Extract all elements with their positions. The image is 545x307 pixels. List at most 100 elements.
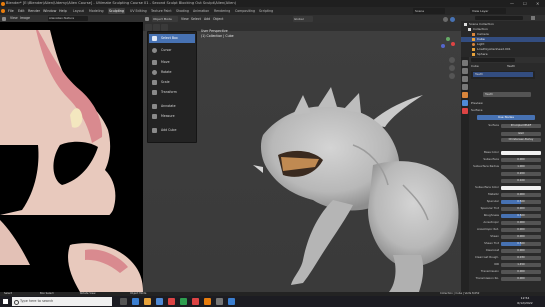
tool-tab-icon[interactable] xyxy=(462,60,468,66)
maximize-button[interactable]: ☐ xyxy=(523,0,527,7)
menu-edit[interactable]: Edit xyxy=(18,7,25,15)
scene-selector[interactable]: Scene xyxy=(413,8,445,14)
value-slider[interactable]: 0.000 xyxy=(501,269,541,274)
shading-material-icon[interactable] xyxy=(450,16,455,22)
render-tab-icon[interactable] xyxy=(462,68,468,74)
material-tab-icon[interactable] xyxy=(462,108,468,114)
select-mode-icon[interactable] xyxy=(145,23,152,31)
distribution-selector[interactable]: GGX xyxy=(501,131,541,136)
image-menu-view[interactable]: View xyxy=(10,15,18,22)
modifier-tab-icon[interactable] xyxy=(462,100,468,106)
tool-rotate[interactable]: Rotate xyxy=(149,68,195,77)
value-slider[interactable]: 0.000 xyxy=(501,227,541,232)
value-slider[interactable]: 0.000 xyxy=(501,206,541,211)
gizmo-z-axis-icon[interactable] xyxy=(441,44,445,48)
menu-render[interactable]: Render xyxy=(28,7,40,15)
value-slider[interactable]: 0.000 xyxy=(501,192,541,197)
value-slider[interactable]: 0.000 xyxy=(501,248,541,253)
extend-mode-icon[interactable] xyxy=(153,23,160,31)
gizmo-y-axis-icon[interactable] xyxy=(446,37,450,41)
app-icon[interactable] xyxy=(180,298,187,305)
tool-scale[interactable]: Scale xyxy=(149,78,195,87)
tool-move[interactable]: Move xyxy=(149,58,195,67)
menu-window[interactable]: Window xyxy=(43,7,56,15)
subsurface-method-selector[interactable]: Christensen-Burley xyxy=(501,137,541,142)
tab-shading[interactable]: Shading xyxy=(175,8,190,14)
color-swatch[interactable] xyxy=(501,185,541,190)
task-view-icon[interactable] xyxy=(120,298,127,305)
tab-sculpting[interactable]: Sculpting xyxy=(108,8,125,14)
material-slot-list[interactable]: Teeth xyxy=(471,71,535,79)
value-slider[interactable]: 0.100 xyxy=(501,178,541,183)
3d-viewport[interactable]: Object Mode View Select Add Object Globa… xyxy=(143,15,461,292)
image-menu-image[interactable]: Image xyxy=(20,15,30,22)
tool-add-cube[interactable]: Add Cube xyxy=(149,126,195,135)
windows-start-icon[interactable] xyxy=(3,299,8,304)
shading-solid-icon[interactable] xyxy=(443,16,448,22)
transform-orientation-selector[interactable]: Global xyxy=(293,16,313,22)
taskbar-clock[interactable]: 12:54 6/12/2022 xyxy=(510,296,540,307)
blender-taskbar-icon[interactable] xyxy=(204,298,211,305)
scene-tab-icon[interactable] xyxy=(462,84,468,90)
store-icon[interactable] xyxy=(156,298,163,305)
output-tab-icon[interactable] xyxy=(462,76,468,82)
material-slot-name[interactable]: Teeth xyxy=(507,64,537,69)
tool-select-box[interactable]: Select Box xyxy=(149,34,195,43)
value-slider[interactable]: 0.030 xyxy=(501,255,541,260)
file-explorer-icon[interactable] xyxy=(144,298,151,305)
surface-panel-header[interactable]: Surface xyxy=(471,108,482,113)
value-slider[interactable]: 0.200 xyxy=(501,171,541,176)
app-icon[interactable] xyxy=(168,298,175,305)
tab-animation[interactable]: Animation xyxy=(192,8,210,14)
value-slider[interactable]: 1.450 xyxy=(501,262,541,267)
tab-uv-editing[interactable]: UV Editing xyxy=(129,8,148,14)
gizmo-x-axis-icon[interactable] xyxy=(451,42,455,46)
tool-transform[interactable]: Transform xyxy=(149,88,195,97)
pan-hand-icon[interactable] xyxy=(449,65,455,71)
tool-cursor[interactable]: Cursor xyxy=(149,46,195,55)
outliner-search-input[interactable] xyxy=(475,16,523,20)
properties-search-input[interactable] xyxy=(471,58,515,62)
viewport-menu-object[interactable]: Object xyxy=(213,15,223,23)
value-slider[interactable]: 0.000 xyxy=(501,234,541,239)
value-slider[interactable]: 0.000 xyxy=(501,276,541,281)
taskbar-search-box[interactable]: Type here to search xyxy=(12,297,112,306)
camera-view-icon[interactable] xyxy=(449,73,455,79)
value-slider[interactable]: 0.500 xyxy=(501,241,541,246)
menu-file[interactable]: File xyxy=(8,7,14,15)
object-name-field[interactable]: Cube xyxy=(471,64,499,69)
image-editor-type-icon[interactable] xyxy=(2,16,6,21)
app-icon[interactable] xyxy=(216,298,223,305)
filter-icon[interactable] xyxy=(531,16,535,20)
mode-selector[interactable]: Object Mode xyxy=(152,16,178,22)
value-slider[interactable]: 1.000 xyxy=(501,164,541,169)
preview-panel-header[interactable]: Preview xyxy=(471,101,483,106)
close-button[interactable]: ✕ xyxy=(536,0,539,7)
editor-type-icon[interactable] xyxy=(145,17,149,21)
app-icon[interactable] xyxy=(228,298,235,305)
menu-help[interactable]: Help xyxy=(59,7,67,15)
value-slider[interactable]: 0.000 xyxy=(501,220,541,225)
app-icon[interactable] xyxy=(192,298,199,305)
edge-browser-icon[interactable] xyxy=(132,298,139,305)
tab-scripting[interactable]: Scripting xyxy=(258,8,274,14)
object-tab-icon[interactable] xyxy=(462,92,468,98)
viewport-menu-select[interactable]: Select xyxy=(191,15,201,23)
image-editor[interactable]: View Image AlienAlien.Texture xyxy=(0,15,143,292)
view-layer-selector[interactable]: View Layer xyxy=(470,8,506,14)
tab-modeling[interactable]: Modeling xyxy=(88,8,105,14)
minimize-button[interactable]: — xyxy=(510,0,514,7)
image-selector[interactable]: AlienAlien.Texture xyxy=(48,16,88,21)
value-slider[interactable]: 0.000 xyxy=(501,157,541,162)
tab-compositing[interactable]: Compositing xyxy=(234,8,256,14)
navigation-gizmo[interactable] xyxy=(439,35,457,53)
tab-rendering[interactable]: Rendering xyxy=(213,8,231,14)
viewport-menu-view[interactable]: View xyxy=(181,15,189,23)
tab-texture-paint[interactable]: Texture Paint xyxy=(150,8,173,14)
blender-menu-icon[interactable] xyxy=(1,9,5,13)
viewport-menu-add[interactable]: Add xyxy=(204,15,210,23)
use-nodes-button[interactable]: Use Nodes xyxy=(477,115,535,120)
surface-shader-selector[interactable]: Principled BSDF xyxy=(501,123,541,128)
tool-measure[interactable]: Measure xyxy=(149,112,195,121)
tool-annotate[interactable]: Annotate xyxy=(149,102,195,111)
